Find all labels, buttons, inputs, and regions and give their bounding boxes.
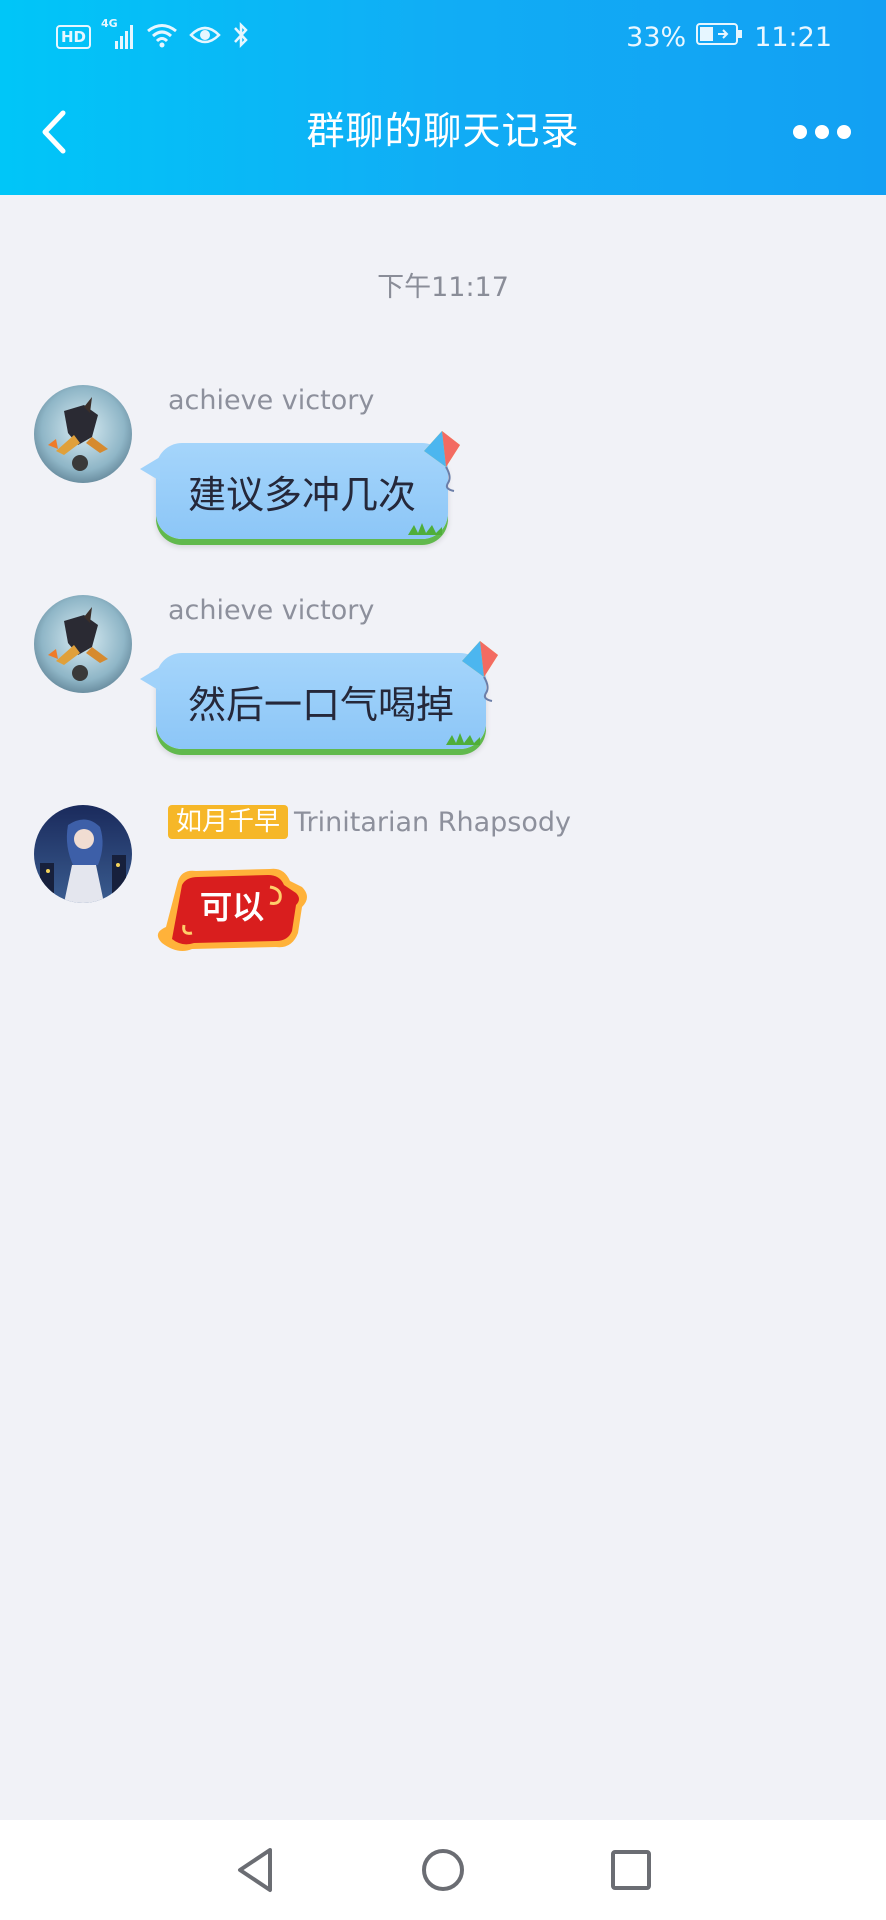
bubble-tail	[140, 667, 160, 691]
system-recents-button[interactable]	[603, 1842, 659, 1898]
page-title: 群聊的聊天记录	[306, 109, 580, 153]
wifi-icon	[145, 21, 179, 53]
navigation-bar: 群聊的聊天记录	[0, 72, 886, 195]
status-bar: HD 4G 33% 11:21	[0, 0, 886, 72]
grass-icon	[446, 733, 481, 745]
sender-name: achieve victory	[168, 595, 375, 626]
square-recents-icon	[611, 1850, 651, 1890]
hd-icon: HD	[56, 25, 92, 49]
sender-info: 如月千早 Trinitarian Rhapsody	[168, 805, 571, 839]
kite-icon	[424, 431, 461, 492]
status-indicators: HD 4G	[56, 17, 251, 54]
bubble-tail	[140, 457, 160, 481]
more-dot-icon	[815, 125, 829, 139]
app-header: HD 4G 33% 11:21 群聊的聊天记录	[0, 0, 886, 195]
bluetooth-icon	[231, 20, 251, 54]
signal-icon: 4G	[101, 17, 135, 51]
more-dot-icon	[837, 125, 851, 139]
triangle-back-icon	[238, 1848, 272, 1892]
eye-icon	[189, 21, 221, 53]
chat-history[interactable]: 下午11:17 achieve victory 建议多冲几次 achieve v…	[0, 195, 886, 1820]
sticker-message[interactable]: 可以	[152, 863, 312, 957]
network-type-label: 4G	[101, 17, 118, 30]
sender-name: Trinitarian Rhapsody	[294, 806, 571, 838]
avatar[interactable]	[34, 595, 132, 693]
message-text: 建议多冲几次	[188, 472, 417, 517]
more-options-button[interactable]	[786, 106, 858, 158]
grass-icon	[408, 523, 443, 535]
battery-icon	[696, 22, 744, 53]
sender-name: achieve victory	[168, 385, 375, 416]
status-time: 11:21	[754, 21, 832, 53]
battery-percent: 33%	[626, 21, 687, 53]
group-title-badge: 如月千早	[168, 805, 289, 839]
status-right: 33% 11:21	[626, 20, 832, 54]
message-bubble[interactable]: 建议多冲几次	[140, 431, 461, 539]
kite-icon	[462, 641, 499, 702]
system-back-button[interactable]	[228, 1842, 284, 1898]
sticker-text: 可以	[200, 888, 264, 926]
avatar[interactable]	[34, 385, 132, 483]
system-navigation-bar	[0, 1820, 886, 1920]
message-bubble[interactable]: 然后一口气喝掉	[140, 641, 499, 749]
system-home-button[interactable]	[415, 1842, 471, 1898]
more-dot-icon	[793, 125, 807, 139]
circle-home-icon	[422, 1849, 464, 1891]
avatar[interactable]	[34, 805, 132, 903]
message-text: 然后一口气喝掉	[188, 682, 455, 727]
message-timestamp: 下午11:17	[377, 272, 509, 303]
